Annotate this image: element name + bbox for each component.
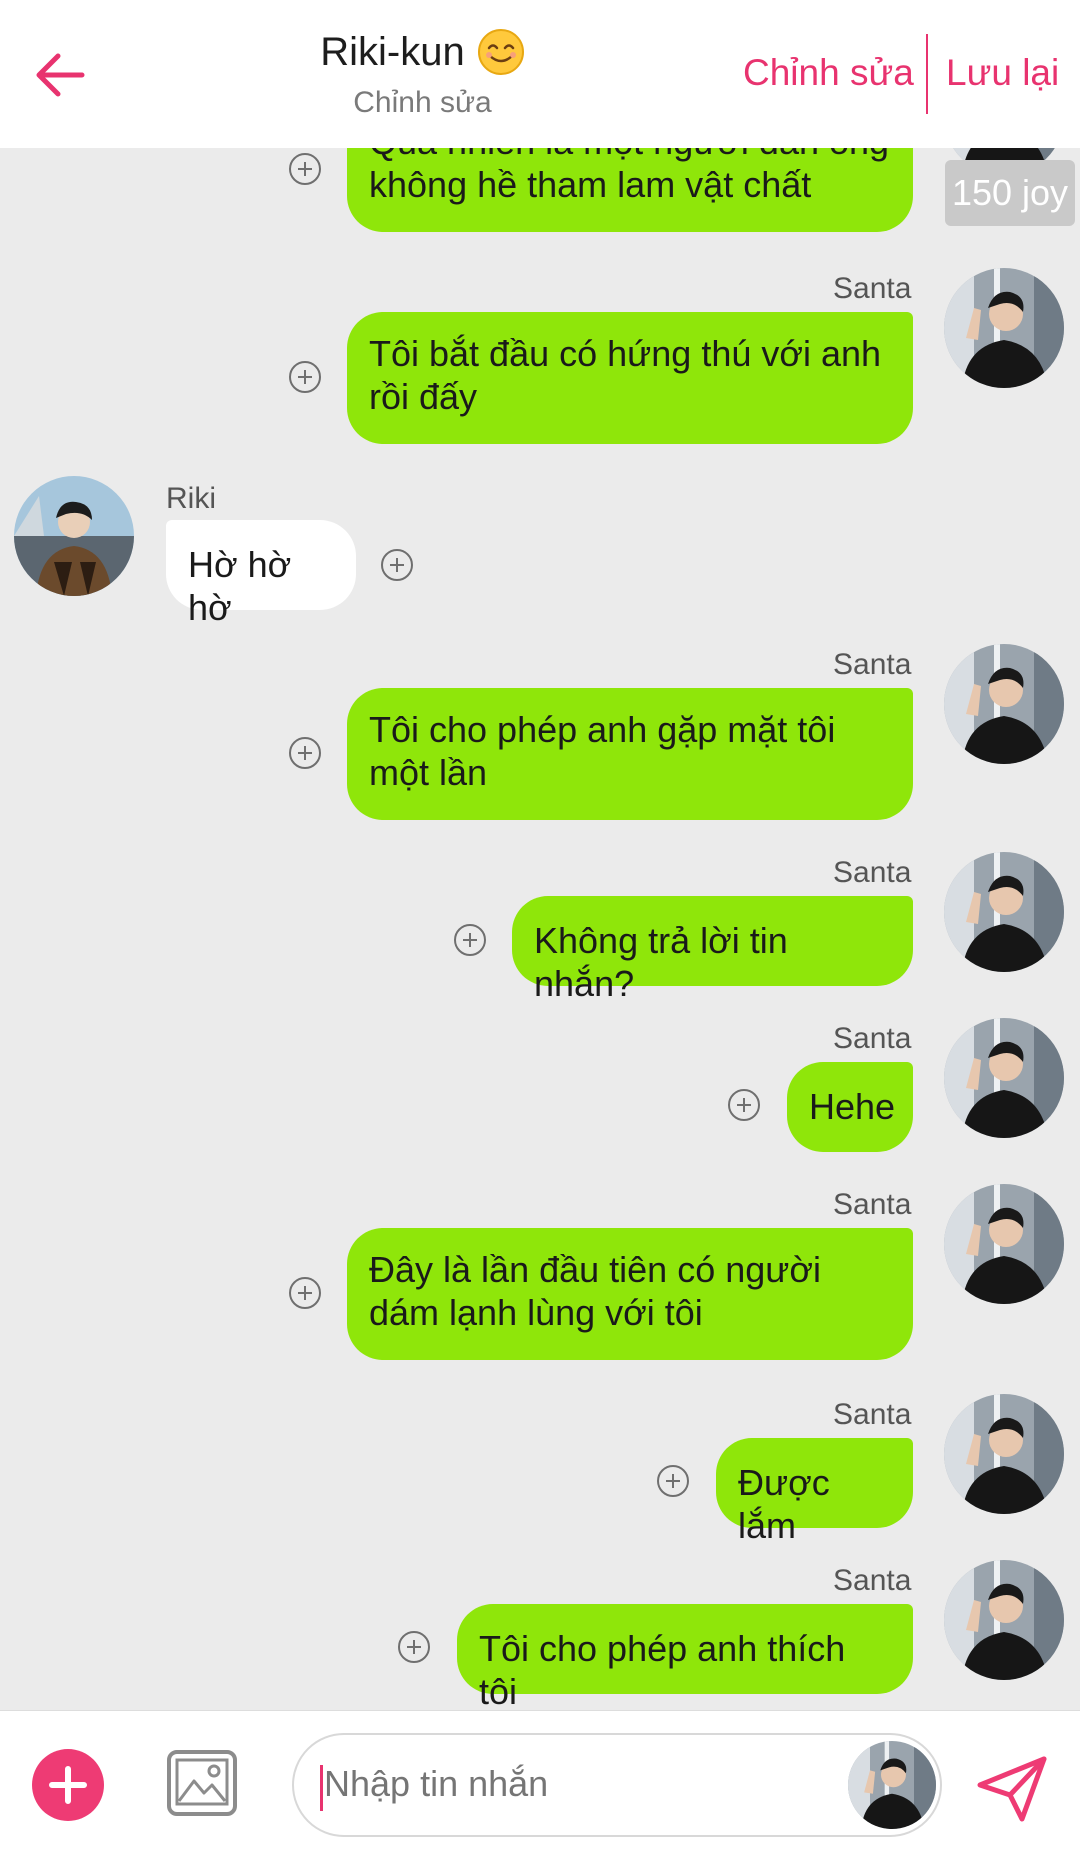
conversation-title-block: Riki-kun Chỉnh sửa (0, 28, 845, 120)
message-input-container[interactable] (292, 1733, 942, 1837)
sender-name: Santa (833, 1022, 912, 1055)
message-text-line: Tôi cho phép anh thích tôi (479, 1628, 846, 1710)
image-icon[interactable] (166, 1749, 238, 1817)
message-bubble-incoming[interactable]: Hờ hờ hờ (166, 520, 356, 628)
add-attachment-button[interactable] (32, 1749, 104, 1821)
message-bubble-outgoing[interactable]: Được lắm (716, 1438, 913, 1546)
message-bubble-outgoing[interactable]: Tôi cho phép anh gặp mặt tôi một lần (347, 688, 913, 820)
message-list[interactable]: 150 joy Quả nhiên là một người đàn ông k… (0, 148, 1080, 1710)
message-text-line: một lần (369, 752, 488, 793)
add-reaction-plus-circle-icon[interactable] (288, 736, 322, 770)
text-cursor (320, 1765, 323, 1811)
santa-avatar[interactable] (944, 852, 1064, 972)
save-button[interactable]: Lưu lại (946, 52, 1059, 94)
add-reaction-plus-circle-icon[interactable] (656, 1464, 690, 1498)
santa-avatar[interactable] (944, 1560, 1064, 1680)
sender-name: Riki (166, 482, 216, 515)
message-text-line: Quả nhiên là một người đàn ông (369, 148, 891, 163)
message-composer (0, 1710, 1080, 1859)
message-input[interactable] (324, 1763, 824, 1805)
message-text-line: Hehe (809, 1086, 896, 1127)
santa-avatar[interactable] (944, 1018, 1064, 1138)
message-bubble-outgoing[interactable]: Đây là lần đầu tiên có người dám lạnh lù… (347, 1228, 913, 1360)
header-divider (926, 34, 928, 114)
add-reaction-plus-circle-icon[interactable] (727, 1088, 761, 1122)
add-reaction-plus-circle-icon[interactable] (380, 548, 414, 582)
plus-icon (49, 1766, 87, 1804)
message-bubble-outgoing[interactable]: Tôi bắt đầu có hứng thú với anh rồi đấy (347, 312, 913, 444)
edit-button[interactable]: Chỉnh sửa (743, 52, 914, 94)
conversation-title: Riki-kun (320, 29, 465, 74)
santa-avatar[interactable] (944, 268, 1064, 388)
message-text-line: Tôi bắt đầu có hứng thú với anh (369, 333, 882, 374)
sender-name: Santa (833, 648, 912, 681)
sender-name: Santa (833, 1564, 912, 1597)
smiley-emoji-icon (477, 29, 524, 75)
send-icon[interactable] (974, 1755, 1050, 1823)
sender-name: Santa (833, 272, 912, 305)
message-text-line: Được lắm (738, 1462, 830, 1546)
add-reaction-plus-circle-icon[interactable] (453, 923, 487, 957)
sender-name: Santa (833, 856, 912, 889)
message-bubble-outgoing[interactable]: Tôi cho phép anh thích tôi (457, 1604, 913, 1710)
message-text-line: Đây là lần đầu tiên có người (369, 1249, 821, 1290)
message-text-line: Tôi cho phép anh gặp mặt tôi (369, 709, 836, 750)
add-reaction-plus-circle-icon[interactable] (288, 360, 322, 394)
message-text-line: không hề tham lam vật chất (369, 164, 812, 205)
message-text-line: dám lạnh lùng với tôi (369, 1292, 703, 1333)
add-reaction-plus-circle-icon[interactable] (288, 1276, 322, 1310)
add-reaction-plus-circle-icon[interactable] (288, 152, 322, 186)
santa-avatar[interactable] (944, 1184, 1064, 1304)
message-bubble-outgoing[interactable]: Quả nhiên là một người đàn ông không hề … (347, 148, 913, 232)
message-text-line: Không trả lời tin nhắn? (534, 920, 788, 1004)
top-bar: Riki-kun Chỉnh sửa Chỉnh sửa Lưu lại (0, 0, 1080, 148)
sender-switch-avatar[interactable] (848, 1741, 936, 1829)
santa-avatar[interactable] (944, 644, 1064, 764)
message-bubble-outgoing[interactable]: Không trả lời tin nhắn? (512, 896, 913, 1004)
sender-name: Santa (833, 1188, 912, 1221)
add-reaction-plus-circle-icon[interactable] (397, 1630, 431, 1664)
message-text-line: rồi đấy (369, 376, 478, 417)
title-edit-subtitle[interactable]: Chỉnh sửa (0, 86, 845, 120)
sender-name: Santa (833, 1398, 912, 1431)
santa-avatar[interactable] (944, 1394, 1064, 1514)
joy-badge: 150 joy (945, 160, 1075, 226)
message-bubble-outgoing[interactable]: Hehe (787, 1062, 913, 1152)
message-text-line: Hờ hờ hờ (188, 544, 292, 628)
riki-avatar[interactable] (14, 476, 134, 596)
